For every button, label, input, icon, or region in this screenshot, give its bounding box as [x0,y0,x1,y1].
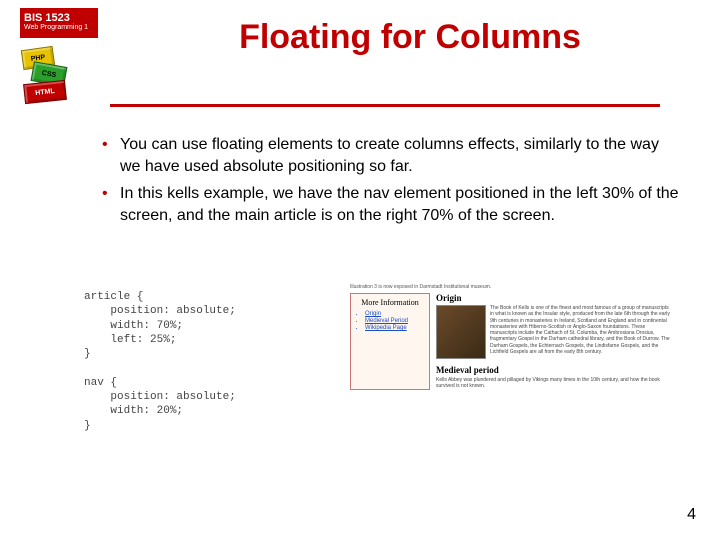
preview-heading: Medieval period [436,365,670,375]
bullet-item: You can use floating elements to create … [110,134,680,177]
preview-manuscript-image [436,305,486,359]
title-underline [110,104,660,107]
page-number: 4 [687,506,696,524]
course-code: BIS 1523 [24,12,94,24]
course-name: Web Programming 1 [24,24,94,32]
preview-paragraph: Kells Abbey was plundered and pillaged b… [436,377,670,390]
preview-nav-title: More Information [355,298,425,307]
slide-title: Floating for Columns [140,18,680,57]
preview-intro: Illustration 3 is now exposed in Darmsta… [350,284,670,290]
html-block-icon: HTML [23,80,67,104]
preview-article: Origin The Book of Kells is one of the f… [436,293,670,390]
page-preview: Illustration 3 is now exposed in Darmsta… [350,284,670,434]
css-code-sample: article { position: absolute; width: 70%… [84,290,324,433]
preview-nav-link: Medieval Period [365,318,425,324]
preview-heading: Origin [436,293,670,303]
course-badge: BIS 1523 Web Programming 1 [20,8,98,38]
lego-blocks-graphic: PHP CSS HTML [22,42,82,102]
preview-nav-link: Origin [365,311,425,317]
preview-nav: More Information Origin Medieval Period … [350,293,430,390]
bullet-item: In this kells example, we have the nav e… [110,183,680,226]
preview-nav-link: Wikipedia Page [365,325,425,331]
bullet-list: You can use floating elements to create … [90,134,680,232]
